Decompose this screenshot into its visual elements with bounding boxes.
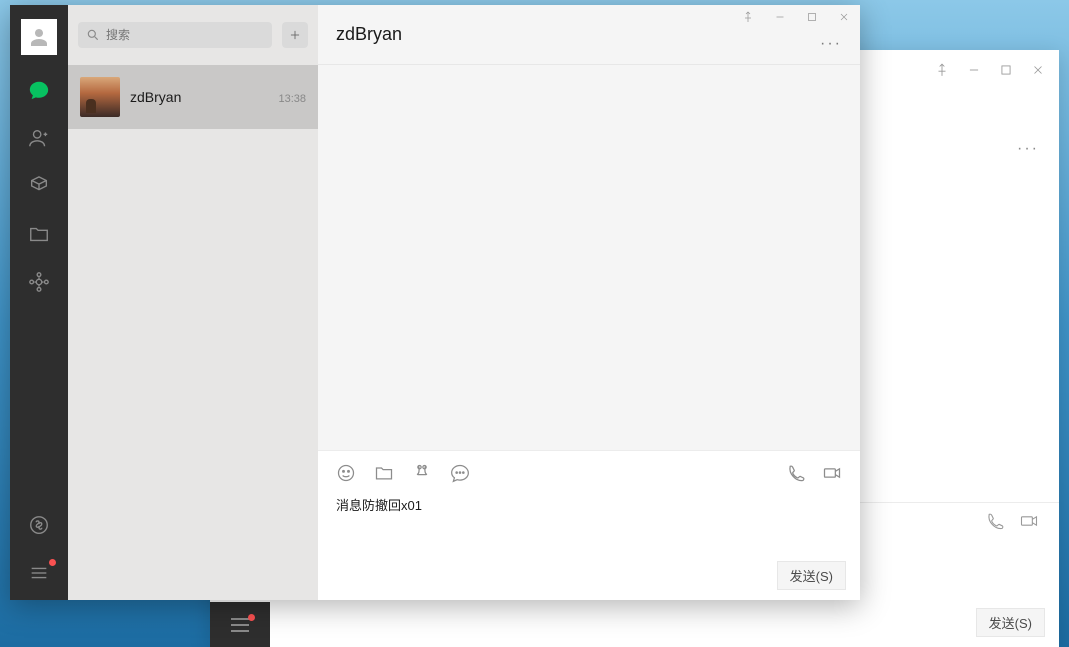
add-button[interactable] xyxy=(282,22,308,48)
video-call-icon[interactable] xyxy=(822,463,842,483)
mini-program-icon[interactable] xyxy=(26,512,52,538)
conversation-name: zdBryan xyxy=(130,89,181,105)
search-icon xyxy=(86,28,100,42)
minimize-icon[interactable] xyxy=(967,63,981,77)
main-chat-window: zdBryan 13:38 zdBryan ··· xyxy=(10,5,860,600)
chat-header: zdBryan ··· xyxy=(318,5,860,65)
emoji-icon[interactable] xyxy=(336,463,356,483)
chat-more-icon[interactable]: ··· xyxy=(820,35,842,53)
moments-tab-icon[interactable] xyxy=(26,269,52,295)
chat-history-icon[interactable] xyxy=(450,463,470,483)
chat-title-name: zdBryan xyxy=(336,24,402,45)
message-area[interactable] xyxy=(318,65,860,450)
notification-dot-icon xyxy=(248,614,255,621)
conversation-item[interactable]: zdBryan 13:38 xyxy=(68,65,318,129)
conversation-list: zdBryan 13:38 xyxy=(68,5,318,600)
notification-dot-icon xyxy=(49,559,56,566)
close-icon[interactable] xyxy=(836,11,852,23)
close-icon[interactable] xyxy=(1031,63,1045,77)
pin-icon[interactable] xyxy=(740,11,756,23)
bg-call-tools xyxy=(985,511,1039,531)
plus-icon xyxy=(288,28,302,42)
user-avatar[interactable] xyxy=(21,19,57,55)
input-area: 发送(S) xyxy=(318,450,860,600)
search-field[interactable] xyxy=(106,28,264,42)
input-toolbar xyxy=(336,459,842,487)
search-input[interactable] xyxy=(78,22,272,48)
sidebar xyxy=(10,5,68,600)
chat-area: zdBryan ··· 发送(S) xyxy=(318,5,860,600)
file-icon[interactable] xyxy=(374,463,394,483)
search-row xyxy=(68,5,318,65)
pin-icon[interactable] xyxy=(935,63,949,77)
favorites-tab-icon[interactable] xyxy=(26,173,52,199)
maximize-icon[interactable] xyxy=(804,11,820,23)
maximize-icon[interactable] xyxy=(999,63,1013,77)
voice-call-icon[interactable] xyxy=(786,463,806,483)
video-icon[interactable] xyxy=(1019,511,1039,531)
minimize-icon[interactable] xyxy=(772,11,788,23)
conversation-time: 13:38 xyxy=(278,93,306,105)
bg-sidebar-menu[interactable] xyxy=(210,602,270,647)
screenshot-icon[interactable] xyxy=(412,463,432,483)
menu-button[interactable] xyxy=(26,560,52,586)
chat-tab-icon[interactable] xyxy=(26,77,52,103)
bg-send-button[interactable]: 发送(S) xyxy=(976,608,1045,637)
window-controls xyxy=(740,11,852,23)
send-button[interactable]: 发送(S) xyxy=(777,561,846,590)
contacts-tab-icon[interactable] xyxy=(26,125,52,151)
phone-icon[interactable] xyxy=(985,511,1005,531)
message-input[interactable] xyxy=(336,487,842,557)
conversation-avatar xyxy=(80,77,120,117)
files-tab-icon[interactable] xyxy=(26,221,52,247)
